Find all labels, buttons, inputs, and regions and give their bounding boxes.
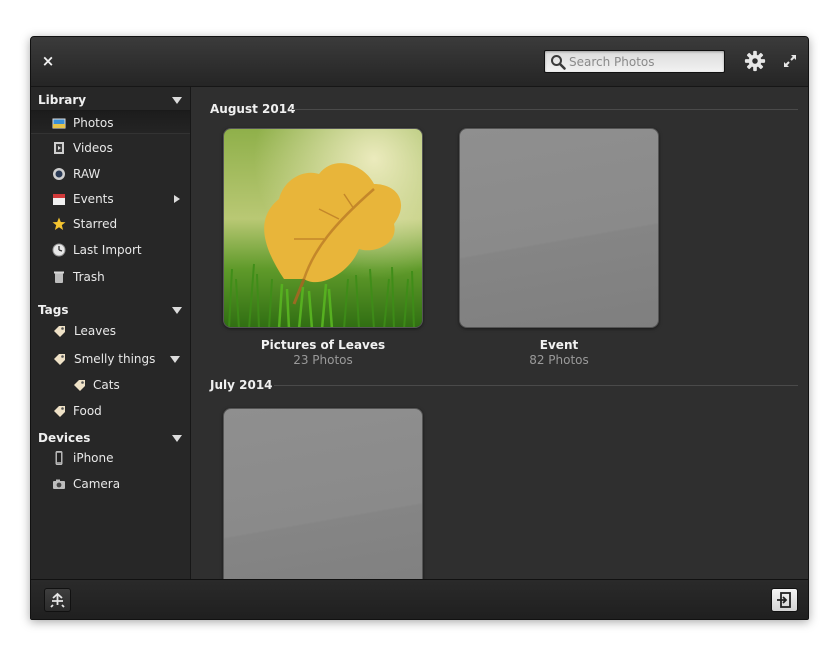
clock-icon [52, 243, 66, 257]
collapse-icon[interactable] [172, 435, 182, 442]
sidebar-item-label: iPhone [73, 451, 114, 465]
sidebar-item-photos[interactable]: Photos [31, 110, 190, 134]
photos-window: × Search Photos Library Photos Videos RA… [30, 36, 809, 620]
sidebar-item-iphone[interactable]: iPhone [31, 446, 190, 470]
trash-icon [54, 271, 64, 283]
search-field[interactable] [544, 50, 725, 73]
divider [292, 109, 798, 110]
section-tags-title: Tags [38, 303, 69, 317]
sidebar-item-label: Videos [73, 141, 113, 155]
sidebar-item-leaves[interactable]: Leaves [31, 319, 190, 343]
film-icon [54, 142, 64, 154]
import-button[interactable] [44, 588, 71, 612]
tag-icon [54, 406, 65, 417]
section-devices[interactable]: Devices [38, 429, 186, 447]
photos-icon [52, 118, 66, 129]
album-july-2014[interactable] [223, 408, 423, 579]
gear-icon[interactable] [744, 50, 766, 72]
album-pictures-of-leaves[interactable]: Pictures of Leaves 23 Photos [223, 128, 423, 367]
leaf-photo [224, 129, 422, 327]
expand-arrow-icon[interactable] [174, 195, 180, 203]
search-icon [551, 55, 566, 70]
sidebar-item-label: Starred [73, 217, 118, 231]
sidebar-item-label: Last Import [73, 243, 142, 257]
album-title: Event [539, 338, 579, 352]
album-event[interactable]: Event 82 Photos [459, 128, 659, 367]
sidebar-item-videos[interactable]: Videos [31, 136, 190, 160]
exit-icon [777, 592, 791, 608]
section-library[interactable]: Library [38, 91, 186, 109]
date-header: July 2014 [210, 378, 273, 392]
calendar-icon [53, 194, 65, 205]
album-thumbnail[interactable] [459, 128, 659, 328]
section-devices-title: Devices [38, 431, 91, 445]
section-library-title: Library [38, 93, 87, 107]
tag-icon [74, 380, 85, 391]
sidebar-item-label: Cats [93, 378, 120, 392]
sidebar-item-cats[interactable]: Cats [31, 373, 190, 397]
tag-icon [54, 326, 65, 337]
photo-browser: August 2014 Pictures of Leaves 23 Photos… [192, 87, 808, 579]
sidebar-item-label: Leaves [74, 324, 116, 338]
sidebar-item-label: Smelly things [74, 352, 156, 366]
star-icon [52, 217, 66, 230]
sidebar: Library Photos Videos RAW Events Starred… [31, 87, 191, 579]
sidebar-item-label: Photos [73, 116, 114, 130]
sidebar-item-food[interactable]: Food [31, 399, 190, 423]
collapse-icon[interactable] [172, 307, 182, 314]
expand-icon[interactable] [782, 53, 798, 69]
album-thumbnail[interactable] [223, 408, 423, 579]
sidebar-item-last-import[interactable]: Last Import [31, 238, 190, 262]
collapse-icon[interactable] [172, 97, 182, 104]
divider [274, 385, 798, 386]
sidebar-item-smelly-things[interactable]: Smelly things [31, 347, 190, 371]
import-icon [50, 592, 65, 608]
album-count: 23 Photos [293, 353, 353, 367]
search-input[interactable] [569, 52, 719, 71]
sidebar-item-raw[interactable]: RAW [31, 162, 190, 186]
date-header: August 2014 [210, 102, 296, 116]
footer-bar [31, 579, 808, 619]
sidebar-item-label: Camera [73, 477, 121, 491]
sidebar-item-label: Events [73, 192, 114, 206]
camera-icon [53, 479, 65, 489]
tag-icon [54, 354, 65, 365]
sidebar-item-camera[interactable]: Camera [31, 472, 190, 496]
header-bar: × [31, 37, 808, 87]
export-button[interactable] [771, 588, 798, 612]
sidebar-item-label: RAW [73, 167, 101, 181]
lens-icon [53, 168, 65, 180]
sidebar-item-starred[interactable]: Starred [31, 212, 190, 236]
phone-icon [55, 451, 63, 465]
album-count: 82 Photos [529, 353, 589, 367]
sidebar-item-label: Food [73, 404, 102, 418]
sidebar-item-trash[interactable]: Trash [31, 265, 190, 289]
collapse-icon[interactable] [170, 356, 180, 363]
album-thumbnail[interactable] [223, 128, 423, 328]
section-tags[interactable]: Tags [38, 301, 186, 319]
close-icon[interactable]: × [39, 52, 57, 70]
album-title: Pictures of Leaves [260, 338, 386, 352]
sidebar-item-label: Trash [73, 270, 105, 284]
sidebar-item-events[interactable]: Events [31, 187, 190, 211]
